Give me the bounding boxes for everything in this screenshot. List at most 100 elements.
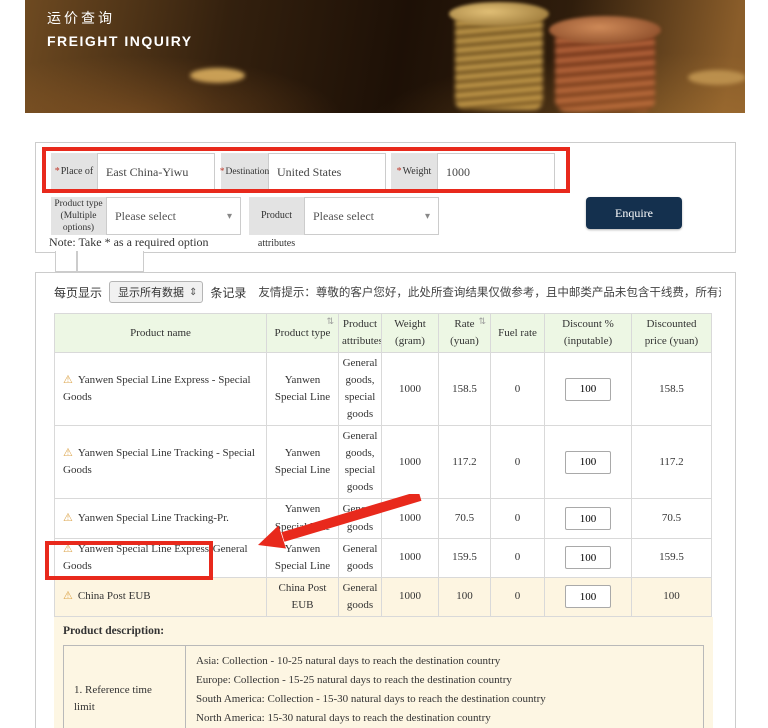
fuel-rate-value: 0 — [491, 538, 545, 577]
warning-icon: ⚠ — [63, 374, 73, 386]
product-type-field-group: Product type (Multiple options) Please s… — [51, 197, 241, 235]
per-page-suffix: 条记录 — [210, 284, 246, 301]
product-name: Yanwen Special Line Express - Special Go… — [63, 374, 251, 403]
rate-value: 117.2 — [439, 426, 491, 499]
warning-icon: ⚠ — [63, 543, 73, 555]
table-row: ⚠Yanwen Special Line Express-General Goo… — [55, 538, 712, 577]
page-title-zh: 运价查询 — [47, 8, 193, 28]
per-page-select[interactable]: 显示所有数据 ⇕ — [109, 281, 203, 303]
place-label: *Place of — [51, 153, 97, 191]
description-label: 1. Reference time limit — [64, 645, 186, 728]
sort-icon[interactable]: ⇅ — [478, 315, 486, 329]
col-product-type[interactable]: ⇅Product type — [267, 314, 339, 353]
weight-value: 1000 — [382, 577, 439, 616]
fuel-rate-value: 0 — [491, 353, 545, 426]
rate-value: 100 — [439, 577, 491, 616]
product-description-title: Product description: — [63, 625, 704, 637]
discount-input[interactable] — [565, 546, 611, 569]
description-row: 1. Reference time limit Asia: Collection… — [64, 645, 704, 728]
product-type-label: Product type (Multiple options) — [51, 197, 106, 235]
weight-field-group: *Weight g — [391, 153, 768, 191]
discounted-price-value: 70.5 — [632, 499, 712, 538]
banner-titles: 运价查询 FREIGHT INQUIRY — [47, 8, 193, 49]
table-header-row: Product name ⇅Product type Product attri… — [55, 314, 712, 353]
coin-top-gold — [449, 2, 549, 26]
weight-value: 1000 — [382, 353, 439, 426]
rate-value: 158.5 — [439, 353, 491, 426]
discount-input[interactable] — [565, 378, 611, 401]
rate-value: 70.5 — [439, 499, 491, 538]
results-panel: 每页显示 显示所有数据 ⇕ 条记录 友情提示：尊敬的客户您好，此处所查询结果仅做… — [35, 272, 736, 728]
product-type: Yanwen Special Line — [267, 353, 339, 426]
banner: 运价查询 FREIGHT INQUIRY — [25, 0, 745, 113]
updown-arrows-icon: ⇕ — [189, 287, 197, 298]
discounted-price-value: 158.5 — [632, 353, 712, 426]
weight-input[interactable] — [437, 153, 555, 191]
weight-value: 1000 — [382, 538, 439, 577]
description-content: Asia: Collection - 10-25 natural days to… — [186, 645, 704, 728]
sort-icon[interactable]: ⇅ — [326, 315, 334, 329]
friendly-notice: 友情提示：尊敬的客户您好，此处所查询结果仅做参考，且中邮类产品未包含干线费，所有… — [246, 284, 721, 300]
table-controls: 每页显示 显示所有数据 ⇕ 条记录 友情提示：尊敬的客户您好，此处所查询结果仅做… — [36, 273, 735, 307]
discounted-price-value: 117.2 — [632, 426, 712, 499]
product-description-section: Product description: 1. Reference time l… — [54, 617, 713, 728]
coin-small-left — [190, 68, 245, 83]
coin-stack-copper — [555, 28, 655, 112]
discount-input[interactable] — [565, 507, 611, 530]
tab-stub-wide — [77, 251, 144, 272]
product-name: Yanwen Special Line Express-General Good… — [63, 543, 248, 572]
product-attributes: General goods — [339, 577, 382, 616]
col-product-name: Product name — [55, 314, 267, 353]
discount-input[interactable] — [565, 451, 611, 474]
warning-icon: ⚠ — [63, 590, 73, 602]
product-type: China Post EUB — [267, 577, 339, 616]
rates-table: Product name ⇅Product type Product attri… — [54, 313, 712, 617]
required-asterisk: * — [55, 166, 60, 177]
required-note: Note: Take * as a required option — [49, 235, 209, 250]
chevron-down-icon: ▾ — [425, 211, 430, 222]
weight-value: 1000 — [382, 426, 439, 499]
product-attributes: General goods — [339, 538, 382, 577]
fuel-rate-value: 0 — [491, 499, 545, 538]
product-name: Yanwen Special Line Tracking-Pr. — [78, 512, 229, 524]
product-attributes: General goods — [339, 499, 382, 538]
coin-stack-gold — [455, 12, 543, 110]
per-page-prefix: 每页显示 — [54, 284, 102, 301]
product-name: China Post EUB — [78, 590, 151, 602]
warning-icon: ⚠ — [63, 512, 73, 524]
per-page-control: 每页显示 显示所有数据 ⇕ 条记录 — [54, 281, 246, 303]
query-form-panel: *Place of *Destination *Weight g Product… — [35, 142, 736, 253]
fuel-rate-value: 0 — [491, 426, 545, 499]
product-attributes: General goods, special goods — [339, 353, 382, 426]
col-rate[interactable]: ⇅Rate (yuan) — [439, 314, 491, 353]
product-type: Yanwen Special Line — [267, 538, 339, 577]
table-row-china-post-eub[interactable]: ⚠ China Post EUB China Post EUB General g… — [55, 577, 712, 616]
destination-field-group: *Destination — [221, 153, 386, 191]
table-row: ⚠Yanwen Special Line Express - Special G… — [55, 353, 712, 426]
product-type: Yanwen Special Line — [267, 426, 339, 499]
destination-input[interactable] — [268, 153, 386, 191]
weight-value: 1000 — [382, 499, 439, 538]
enquire-button[interactable]: Enquire — [586, 197, 682, 229]
rate-value: 159.5 — [439, 538, 491, 577]
col-discount: Discount % (inputable) — [545, 314, 632, 353]
destination-label: *Destination — [221, 153, 268, 191]
table-row: ⚠Yanwen Special Line Tracking - Special … — [55, 426, 712, 499]
place-field-group: *Place of — [51, 153, 215, 191]
product-type-select[interactable]: Please select ▾ — [106, 197, 241, 235]
product-type: Yanwen Special Line — [267, 499, 339, 538]
required-asterisk: * — [220, 167, 225, 177]
product-attributes-select[interactable]: Please select ▾ — [304, 197, 439, 235]
freight-inquiry-page: 运价查询 FREIGHT INQUIRY *Place of *Destinat… — [0, 0, 768, 728]
col-discounted-price: Discounted price (yuan) — [632, 314, 712, 353]
col-weight: Weight (gram) — [382, 314, 439, 353]
col-fuel-rate: Fuel rate — [491, 314, 545, 353]
product-attributes: General goods, special goods — [339, 426, 382, 499]
coin-top-copper — [549, 16, 661, 44]
discount-input[interactable] — [565, 585, 611, 608]
col-product-attributes: Product attributes — [339, 314, 382, 353]
required-asterisk: * — [397, 166, 402, 177]
coin-small-right — [688, 70, 745, 85]
place-input[interactable] — [97, 153, 215, 191]
discounted-price-value: 159.5 — [632, 538, 712, 577]
